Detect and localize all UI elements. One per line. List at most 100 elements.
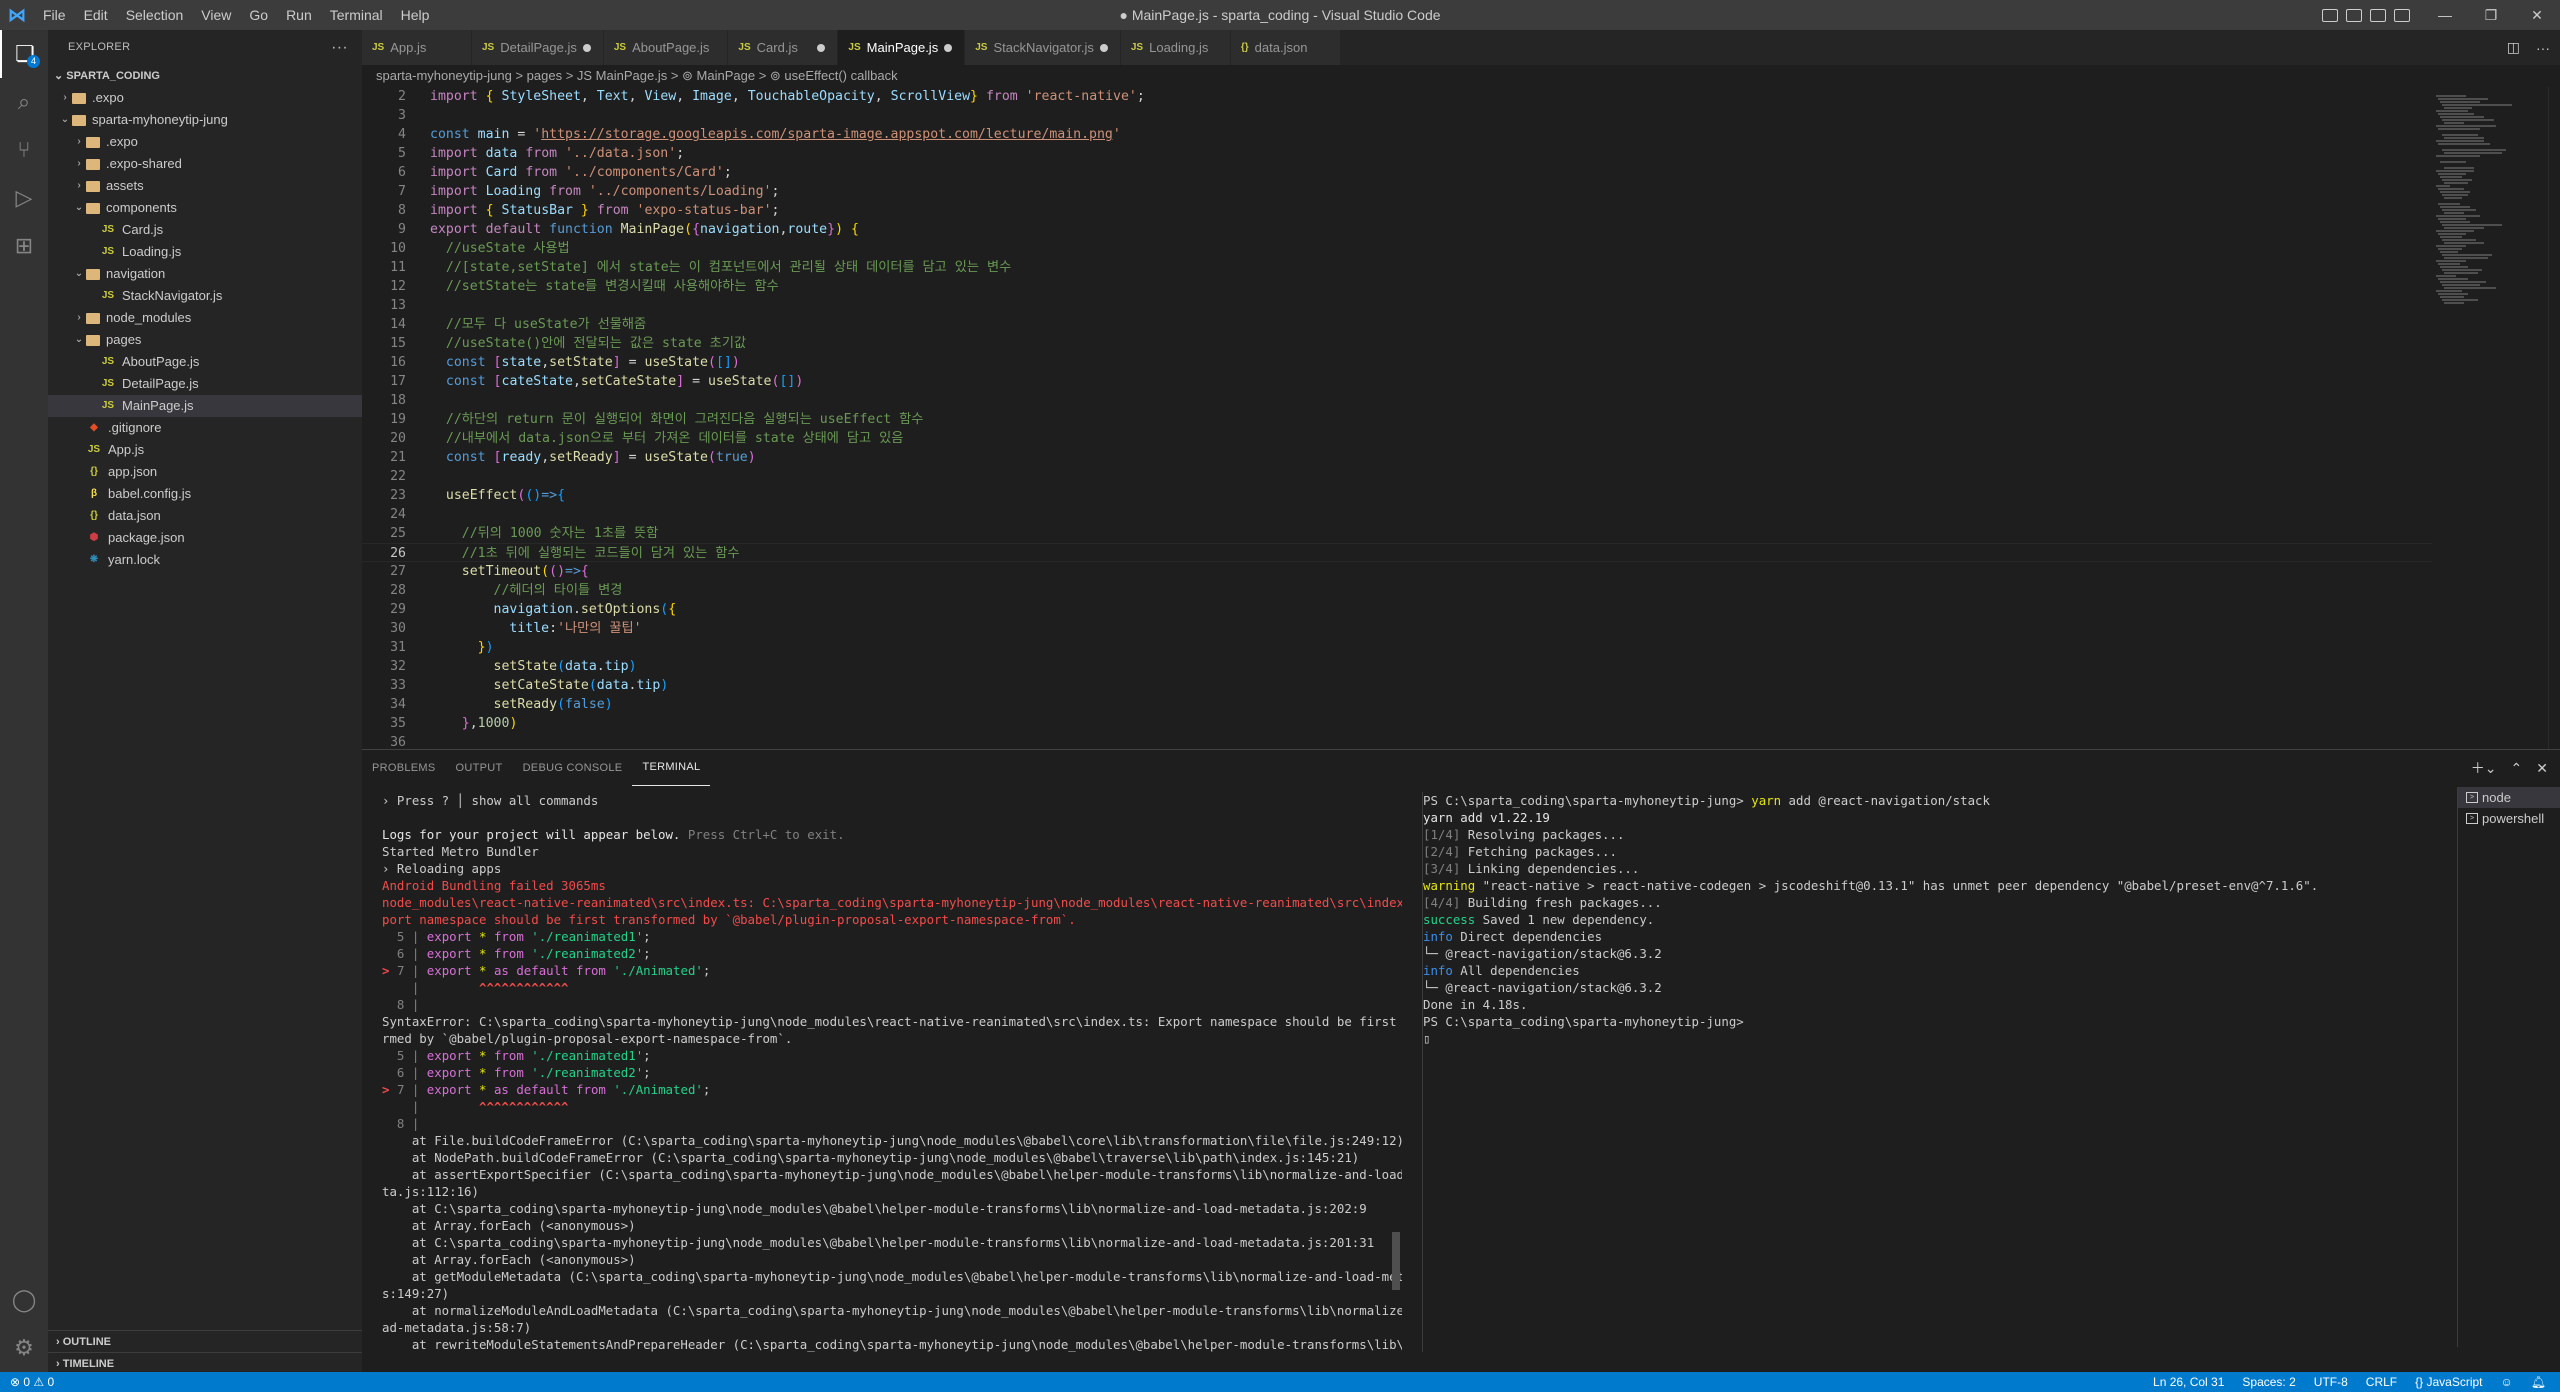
chevron-right-icon: ›: [77, 312, 81, 323]
problems-indicator[interactable]: ⊗ 0 ⚠ 0: [10, 1375, 54, 1389]
code-line: 24: [362, 505, 2432, 524]
tree-item[interactable]: JS Loading.js: [48, 241, 362, 263]
tree-item-label: MainPage.js: [122, 398, 194, 413]
tab-mainpage-js[interactable]: JS MainPage.js: [838, 30, 966, 65]
menu-edit[interactable]: Edit: [75, 0, 117, 30]
panel-tab-output[interactable]: OUTPUT: [446, 750, 513, 786]
tab-data-json[interactable]: {} data.json: [1230, 30, 1341, 65]
workspace-root[interactable]: ⌄ SPARTA_CODING: [48, 65, 362, 87]
tree-item[interactable]: JS Card.js: [48, 219, 362, 241]
cursor-position[interactable]: Ln 26, Col 31: [2153, 1375, 2224, 1389]
terminal-powershell[interactable]: PS C:\sparta_coding\sparta-myhoneytip-ju…: [1422, 792, 2482, 1352]
outline-section[interactable]: › OUTLINE: [48, 1330, 362, 1352]
tab-aboutpage-js[interactable]: JS AboutPage.js: [603, 30, 729, 65]
tree-item[interactable]: › assets: [48, 175, 362, 197]
menu-view[interactable]: View: [192, 0, 240, 30]
menu-selection[interactable]: Selection: [117, 0, 193, 30]
editor-scrollbar[interactable]: [2548, 87, 2560, 749]
restore-icon[interactable]: ❐: [2468, 7, 2514, 24]
tree-item[interactable]: JS App.js: [48, 439, 362, 461]
toggle-panel-icon[interactable]: [2346, 8, 2362, 22]
feedback-icon[interactable]: ☺: [2501, 1375, 2513, 1389]
tree-item[interactable]: ⌄ components: [48, 197, 362, 219]
tree-item[interactable]: JS StackNavigator.js: [48, 285, 362, 307]
tab-card-js[interactable]: JS Card.js: [728, 30, 839, 65]
tree-item[interactable]: β babel.config.js: [48, 483, 362, 505]
terminal-list-item-powershell[interactable]: > powershell: [2458, 808, 2560, 829]
tree-item-label: data.json: [108, 508, 161, 523]
chevron-right-icon: ›: [77, 136, 81, 147]
terminal-line: > 7 | export * as default from './Animat…: [382, 1082, 711, 1097]
tree-item[interactable]: JS AboutPage.js: [48, 351, 362, 373]
minimap[interactable]: [2432, 87, 2550, 749]
code-text: title:'나만의 꿀팁': [509, 621, 642, 636]
more-actions-icon[interactable]: ···: [331, 30, 348, 65]
tree-item[interactable]: › .expo: [48, 131, 362, 153]
menu-help[interactable]: Help: [392, 0, 439, 30]
menu-go[interactable]: Go: [240, 0, 277, 30]
maximize-panel-icon[interactable]: ⌃: [2511, 760, 2523, 777]
unsaved-dot-icon[interactable]: [944, 43, 953, 52]
terminal-list-item-node[interactable]: > node: [2458, 787, 2560, 808]
end-of-line[interactable]: CRLF: [2366, 1375, 2397, 1389]
tree-item[interactable]: › .expo-shared: [48, 153, 362, 175]
tree-item[interactable]: ⌄ navigation: [48, 263, 362, 285]
unsaved-dot-icon[interactable]: [582, 43, 591, 52]
tree-item[interactable]: ⌄ pages: [48, 329, 362, 351]
tab-stacknavigator-js[interactable]: JS StackNavigator.js: [965, 30, 1121, 65]
terminal-node[interactable]: › Press ? │ show all commands Logs for y…: [382, 792, 1402, 1352]
code-editor[interactable]: 2 import { StyleSheet, Text, View, Image,…: [362, 87, 2432, 749]
encoding[interactable]: UTF-8: [2314, 1375, 2348, 1389]
new-terminal-icon[interactable]: ＋⌄: [2471, 758, 2497, 778]
tree-item[interactable]: ⌄ sparta-myhoneytip-jung: [48, 109, 362, 131]
menu-terminal[interactable]: Terminal: [321, 0, 392, 30]
tree-item[interactable]: ❋ yarn.lock: [48, 549, 362, 571]
terminal-line: s:149:27): [382, 1286, 450, 1301]
minimap-line: [2444, 212, 2464, 214]
settings-gear-icon[interactable]: ⚙: [0, 1324, 48, 1372]
panel-tab-debug-console[interactable]: DEBUG CONSOLE: [513, 750, 633, 786]
minimap-line: [2444, 137, 2484, 139]
split-editor-icon[interactable]: ◫: [2507, 39, 2520, 56]
tree-item[interactable]: JS MainPage.js: [48, 395, 362, 417]
tree-item[interactable]: ⬢ package.json: [48, 527, 362, 549]
account-icon[interactable]: ◯: [0, 1276, 48, 1324]
search-icon[interactable]: ⌕: [0, 78, 48, 126]
indentation[interactable]: Spaces: 2: [2242, 1375, 2295, 1389]
tree-item[interactable]: JS DetailPage.js: [48, 373, 362, 395]
unsaved-dot-icon[interactable]: [817, 43, 826, 52]
toggle-sidebar-icon[interactable]: [2322, 8, 2338, 22]
extensions-icon[interactable]: ⊞: [0, 222, 48, 270]
unsaved-dot-icon[interactable]: [1099, 43, 1108, 52]
more-actions-icon[interactable]: ···: [2536, 40, 2550, 56]
source-control-icon[interactable]: ⑂: [0, 126, 48, 174]
minimap-line: [2436, 170, 2474, 172]
panel-tab-terminal[interactable]: TERMINAL: [632, 750, 711, 786]
tree-item[interactable]: › node_modules: [48, 307, 362, 329]
close-icon[interactable]: ✕: [2514, 7, 2560, 24]
tree-item[interactable]: › .expo: [48, 87, 362, 109]
bell-icon[interactable]: 🔔︎: [2531, 1375, 2546, 1389]
menu-file[interactable]: File: [34, 0, 75, 30]
terminal-line: 8 |: [382, 1116, 420, 1131]
timeline-section[interactable]: › TIMELINE: [48, 1352, 362, 1374]
language-mode[interactable]: {} JavaScript: [2415, 1375, 2482, 1389]
tab-loading-js[interactable]: JS Loading.js: [1120, 30, 1231, 65]
tree-item[interactable]: ◆ .gitignore: [48, 417, 362, 439]
explorer-icon[interactable]: ❏ 4: [0, 30, 48, 78]
tree-item[interactable]: {} data.json: [48, 505, 362, 527]
run-debug-icon[interactable]: ▷: [0, 174, 48, 222]
minimize-icon[interactable]: —: [2422, 7, 2468, 23]
terminal-scrollbar[interactable]: [1392, 1232, 1400, 1290]
tab-detailpage-js[interactable]: JS DetailPage.js: [472, 30, 604, 65]
toggle-secondary-sidebar-icon[interactable]: [2370, 8, 2386, 22]
close-panel-icon[interactable]: ✕: [2536, 760, 2548, 777]
panel-tab-problems[interactable]: PROBLEMS: [362, 750, 446, 786]
customize-layout-icon[interactable]: [2394, 8, 2410, 22]
menu-run[interactable]: Run: [277, 0, 321, 30]
breadcrumb[interactable]: sparta-myhoneytip-jung > pages > JS Main…: [362, 65, 2560, 87]
minimap-line: [2444, 302, 2464, 304]
tab-app-js[interactable]: JS App.js: [362, 30, 472, 65]
tree-item-label: yarn.lock: [108, 552, 161, 567]
tree-item[interactable]: {} app.json: [48, 461, 362, 483]
